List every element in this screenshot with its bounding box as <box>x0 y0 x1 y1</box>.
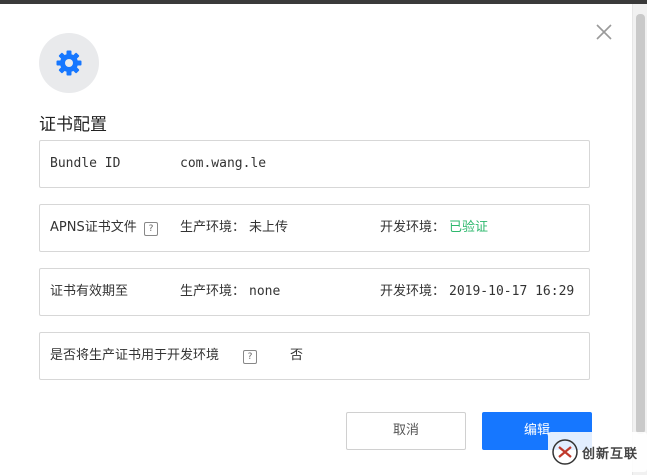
expiry-prod-value: none <box>249 284 281 299</box>
apns-cert-label: APNS证书文件 <box>50 220 137 235</box>
apns-dev-value: 已验证 <box>449 220 489 235</box>
watermark-text: 创新互联 <box>582 446 639 462</box>
window-top-edge <box>0 0 647 4</box>
bundle-id-value: com.wang.le <box>180 156 267 171</box>
use-prod-for-dev-row: 是否将生产证书用于开发环境 ? 否 <box>39 332 590 380</box>
gear-icon <box>56 50 82 76</box>
dialog-title: 证书配置 <box>39 115 107 135</box>
scrollbar-thumb[interactable] <box>636 14 645 434</box>
apns-prod-value: 未上传 <box>249 220 289 235</box>
cancel-button[interactable]: 取消 <box>346 412 466 450</box>
watermark-logo: 创新互联 <box>548 432 647 472</box>
cert-expiry-label: 证书有效期至 <box>50 284 129 299</box>
bundle-id-label: Bundle ID <box>50 156 121 171</box>
apns-prod-label: 生产环境： <box>180 220 246 235</box>
help-icon[interactable]: ? <box>243 350 257 364</box>
use-prod-for-dev-value: 否 <box>290 348 304 363</box>
scrollbar[interactable] <box>632 4 647 475</box>
expiry-dev-label: 开发环境： <box>380 284 446 299</box>
settings-avatar <box>39 33 99 93</box>
expiry-prod-label: 生产环境： <box>180 284 246 299</box>
use-prod-for-dev-label: 是否将生产证书用于开发环境 <box>50 348 220 363</box>
expiry-dev-value: 2019-10-17 16:29 <box>449 284 575 299</box>
close-icon[interactable] <box>592 20 616 44</box>
watermark-x-icon <box>552 439 578 465</box>
bundle-id-row: Bundle ID com.wang.le <box>39 140 590 188</box>
cert-expiry-row: 证书有效期至 生产环境： none 开发环境： 2019-10-17 16:29 <box>39 268 590 316</box>
apns-cert-row: APNS证书文件 ? 生产环境： 未上传 开发环境： 已验证 <box>39 204 590 252</box>
apns-dev-label: 开发环境： <box>380 220 446 235</box>
help-icon[interactable]: ? <box>144 222 158 236</box>
